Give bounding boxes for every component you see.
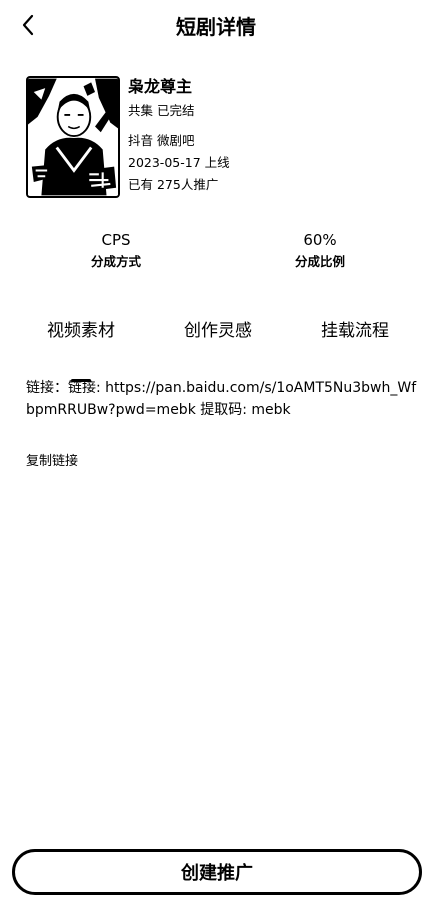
revenue-stats: CPS 分成方式 60% 分成比例 xyxy=(0,230,432,274)
copy-link-button[interactable]: 复制链接 xyxy=(26,453,78,471)
drama-meta: 枭龙尊主 共集 已完结 抖音 微剧吧 2023-05-17 上线 已有 275人… xyxy=(128,76,230,193)
create-promotion-label: 创建推广 xyxy=(181,863,253,884)
drama-launch-date: 2023-05-17 上线 xyxy=(128,155,230,170)
create-promotion-button[interactable]: 创建推广 xyxy=(12,849,422,895)
tab-video-materials[interactable]: 视频素材 xyxy=(21,318,141,344)
drama-info: 枭龙尊主 共集 已完结 抖音 微剧吧 2023-05-17 上线 已有 275人… xyxy=(26,76,412,200)
tab-mount-process[interactable]: 挂载流程 xyxy=(295,318,415,344)
split-ratio-label: 分成比例 xyxy=(294,254,345,269)
page-title: 短剧详情 xyxy=(176,15,256,39)
drama-poster-icon xyxy=(28,78,118,196)
header: 短剧详情 xyxy=(0,0,432,50)
drama-detail-page: 短剧详情 枭龙尊主 共集 已完结 抖音 微剧吧 2023-05-17 上线 已有… xyxy=(0,0,432,907)
drama-platform: 抖音 微剧吧 xyxy=(128,133,195,148)
content-tabs: 视频素材 创作灵感 挂载流程 xyxy=(0,318,432,364)
drama-name: 枭龙尊主 xyxy=(128,77,193,96)
split-ratio-stat: 60% 分成比例 xyxy=(250,230,390,270)
tab-creative-inspiration[interactable]: 创作灵感 xyxy=(158,318,278,344)
split-ratio-value: 60% xyxy=(303,231,337,249)
split-mode-stat: CPS 分成方式 xyxy=(46,230,186,270)
split-mode-label: 分成方式 xyxy=(90,254,141,269)
drama-promoters: 已有 275人推广 xyxy=(128,177,219,192)
drama-cover-image[interactable] xyxy=(26,76,120,198)
drama-episodes: 共集 已完结 xyxy=(128,103,195,118)
split-mode-value: CPS xyxy=(101,231,131,249)
material-link-text: 链接：链接: https://pan.baidu.com/s/1oAMT5Nu3… xyxy=(26,380,417,418)
